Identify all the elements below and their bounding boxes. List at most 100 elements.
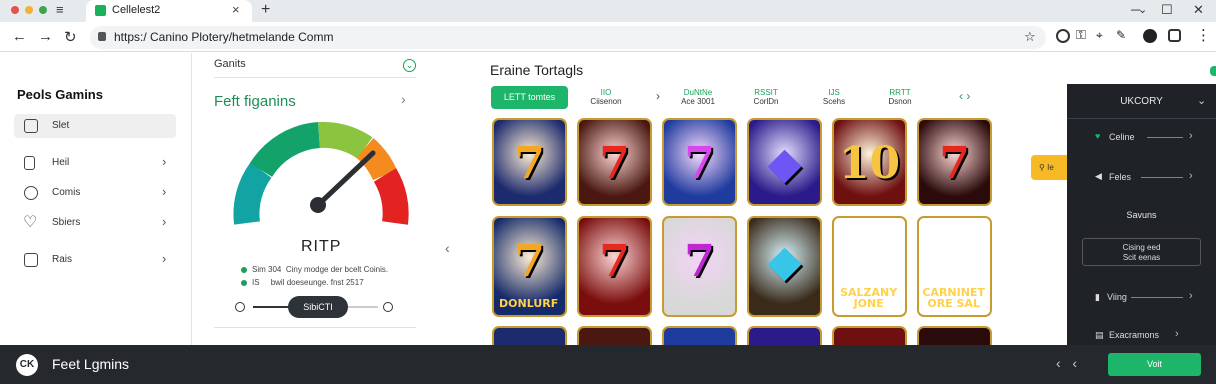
drawer-item[interactable]: Exacramons (1109, 330, 1159, 340)
chevron-right-icon: › (162, 154, 167, 169)
category-tab[interactable]: IJS Scehs (812, 88, 856, 106)
game-tile[interactable]: 7 (662, 118, 737, 206)
close-icon[interactable]: ✕ (1193, 2, 1204, 18)
browser-tab-strip: ≡ Cellelest2 × + ⌄ ─ ☐ ✕ (0, 0, 1216, 22)
address-bar[interactable]: https:/ Canino Plotery/hetmelande Comm (90, 26, 1046, 49)
restore-icon[interactable]: ☐ (1161, 2, 1173, 18)
chevron-down-circle-icon[interactable]: ⌄ (403, 59, 416, 72)
close-tab-icon[interactable]: × (232, 2, 240, 17)
sidebar-item-label: Heil (52, 157, 70, 168)
chevron-right-icon[interactable]: › (1175, 328, 1179, 340)
leaf-icon: ♥ (1095, 131, 1101, 141)
category-tab[interactable]: RRTT Dsnon (878, 88, 922, 106)
visit-button[interactable]: Voit (1108, 353, 1201, 376)
drawer-item[interactable]: Viing (1107, 292, 1127, 302)
game-tile-partial[interactable] (577, 326, 652, 345)
back-icon[interactable]: ← (12, 28, 27, 45)
close-window-dot[interactable] (11, 6, 19, 14)
sidebar-item-label: Sbiers (52, 217, 81, 228)
list-icon: ▤ (1095, 330, 1104, 340)
slider-track (253, 306, 289, 308)
game-tile-partial[interactable] (832, 326, 907, 345)
game-tile[interactable]: SALZANY JONE (832, 216, 907, 317)
category-tab[interactable]: RSSIT CorlDn (744, 88, 788, 106)
panel-top-label: Ganits (214, 58, 246, 70)
chevron-right-icon[interactable]: › (401, 91, 406, 107)
location-icon[interactable]: ⌖ (1096, 28, 1103, 43)
tile-title: DONLURF (499, 297, 559, 310)
chevron-right-icon[interactable]: › (656, 89, 660, 103)
sidebar-item-slet[interactable]: Slet (14, 114, 176, 138)
book-icon (24, 253, 38, 267)
stat-row: IS bwil doeseunge. fnst 2517 (241, 278, 364, 287)
search-tab-button[interactable]: ⚲ Ie (1031, 155, 1067, 180)
game-tile-partial[interactable] (662, 326, 737, 345)
bottom-bar: CK Feet Lgmins ‹ ‹ Voit (0, 345, 1216, 384)
drawer-info-box[interactable]: Cising eed Scit eenas (1082, 238, 1201, 266)
nav-arrows-icon[interactable]: ‹ ‹ (1056, 355, 1077, 371)
tile-symbol: 7 (599, 138, 630, 189)
game-tile[interactable]: 7 (492, 118, 567, 206)
sidebar-item-rais[interactable]: Rais › (14, 248, 176, 272)
scroll-chevrons-icon[interactable]: ‹ › (959, 89, 970, 103)
sidebar-item-sbiers[interactable]: ♡ Sbiers › (14, 211, 176, 235)
sidepanel-icon[interactable] (1168, 29, 1181, 42)
game-tile[interactable]: ◆ (747, 216, 822, 317)
drawer-item[interactable]: Feles (1109, 172, 1131, 182)
browser-tab[interactable]: Cellelest2 × (86, 0, 252, 22)
carousel-prev-icon[interactable]: ‹ (445, 240, 450, 256)
game-tile-partial[interactable] (747, 326, 822, 345)
brand-logo: CK (16, 354, 38, 376)
chevron-right-icon[interactable]: › (1189, 170, 1193, 182)
chevron-down-icon[interactable]: ⌄ (1197, 94, 1206, 107)
divider (1141, 177, 1183, 178)
sidebar-item-heil[interactable]: Heil › (14, 151, 176, 175)
game-tile[interactable]: 10 (832, 118, 907, 206)
tile-symbol: ◆ (767, 138, 802, 189)
game-tile[interactable]: 7 (662, 216, 737, 317)
game-tile-partial[interactable] (492, 326, 567, 345)
key-icon[interactable]: ⚿ (1076, 27, 1086, 43)
filter-pill-active[interactable]: LETT tomtes (491, 86, 568, 109)
tile-symbol: ◆ (767, 236, 802, 287)
game-tile[interactable]: 7 (577, 118, 652, 206)
minimize-window-dot[interactable] (25, 6, 33, 14)
tile-symbol: 7 (684, 236, 715, 287)
game-tile[interactable]: 7 DONLURF (492, 216, 567, 317)
menu-icon[interactable]: ≡ (56, 2, 64, 17)
forward-icon[interactable]: → (38, 28, 53, 45)
star-icon[interactable]: ☆ (1024, 29, 1036, 45)
heart-icon: ♡ (23, 214, 38, 231)
category-tab[interactable]: DuNtNe Ace 3001 (676, 88, 720, 106)
minimize-icon[interactable]: ─ (1131, 2, 1140, 17)
lock-icon (98, 32, 106, 41)
category-drawer: UKCORY ⌄ ♥ Celine › ◀ Feles › Savuns Cis… (1067, 84, 1216, 345)
chevron-right-icon: › (162, 214, 167, 229)
drawer-item[interactable]: Celine (1109, 132, 1135, 142)
rtp-slider[interactable]: SibiCTI (235, 296, 395, 318)
browser-toolbar: ← → ↻ https:/ Canino Plotery/hetmelande … (0, 22, 1216, 52)
slider-thumb-button[interactable]: SibiCTI (288, 296, 348, 318)
reload-icon[interactable]: ↻ (64, 28, 77, 46)
game-tile[interactable]: ◆ (747, 118, 822, 206)
chevron-right-icon[interactable]: › (1189, 130, 1193, 142)
section-title: Eraine Tortagls (490, 62, 584, 78)
game-tile[interactable]: 7 (917, 118, 992, 206)
tile-symbol: 7 (514, 138, 545, 189)
profile-icon[interactable] (1143, 29, 1157, 43)
more-icon[interactable]: ⋮ (1196, 26, 1211, 44)
sidebar-item-comis[interactable]: Comis › (14, 181, 176, 205)
tile-symbol: 7 (599, 236, 630, 287)
game-tile[interactable]: CARNINET ORE SAL (917, 216, 992, 317)
maximize-window-dot[interactable] (39, 6, 47, 14)
pen-icon[interactable]: ✎ (1116, 28, 1126, 42)
game-tile[interactable]: 7 (577, 216, 652, 317)
sidebar-title: Peols Gamins (17, 87, 103, 102)
game-tile-partial[interactable] (917, 326, 992, 345)
chevron-right-icon[interactable]: › (1189, 290, 1193, 302)
tile-symbol: 7 (684, 138, 715, 189)
new-tab-icon[interactable]: + (261, 1, 270, 19)
category-tab[interactable]: IIO Ciisenon (584, 88, 628, 106)
divider (1131, 297, 1183, 298)
extension-icon[interactable] (1056, 29, 1070, 43)
